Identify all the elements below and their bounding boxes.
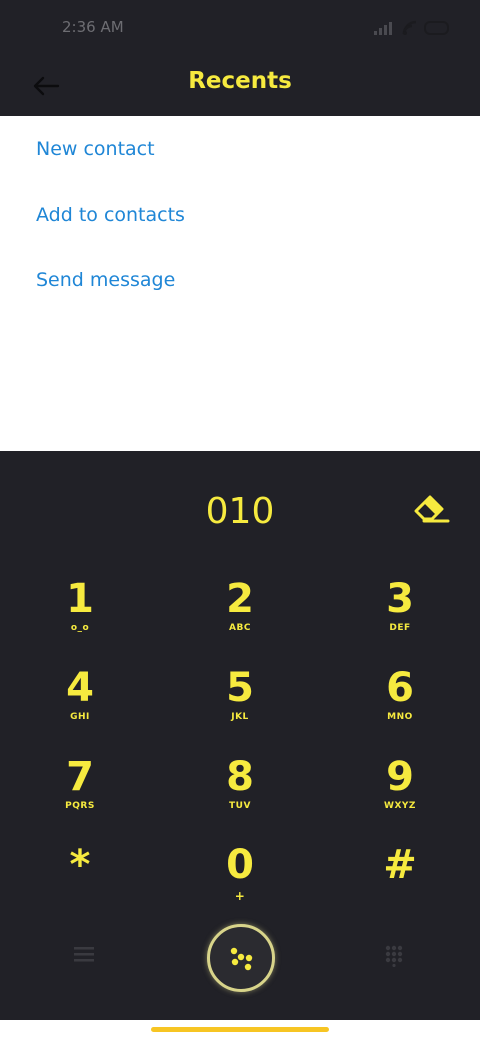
key-digit: 2 — [226, 576, 254, 622]
key-digit: 1 — [66, 576, 94, 622]
key-3[interactable]: 3 DEF — [340, 577, 460, 657]
menu-icon — [74, 947, 94, 962]
key-digit: * — [69, 842, 91, 888]
key-digit: 0 — [226, 842, 254, 888]
key-digit: 9 — [386, 754, 414, 800]
menu-button[interactable] — [74, 946, 94, 967]
key-2[interactable]: 2 ABC — [180, 577, 300, 657]
key-digit: 7 — [66, 754, 94, 800]
key-4[interactable]: 4 GHI — [20, 666, 140, 746]
dialer-panel: 010 1 o_o 2 ABC 3 DEF 4 GHI 5 JKL 6 MNO … — [0, 451, 480, 1020]
new-contact-option[interactable]: New contact — [36, 138, 155, 160]
dialed-number: 010 — [205, 491, 275, 532]
wifi-icon — [402, 20, 417, 35]
navigation-bar — [0, 1020, 480, 1040]
key-letters: ABC — [229, 623, 251, 633]
key-letters: + — [234, 889, 246, 903]
key-8[interactable]: 8 TUV — [180, 755, 300, 835]
options-menu: New contact Add to contacts Send message — [0, 116, 480, 451]
status-icons — [374, 18, 450, 38]
status-bar: 2:36 AM — [0, 0, 480, 56]
key-digit: 3 — [386, 576, 414, 622]
key-letters: TUV — [229, 801, 251, 811]
keypad-icon — [385, 945, 403, 968]
key-letters: o_o — [70, 623, 90, 633]
key-digit: # — [383, 842, 417, 888]
key-1[interactable]: 1 o_o — [20, 577, 140, 657]
key-6[interactable]: 6 MNO — [340, 666, 460, 746]
key-letters: DEF — [389, 623, 411, 633]
battery-icon — [424, 21, 449, 35]
app-bar: Recents — [0, 56, 480, 116]
call-button[interactable] — [207, 924, 275, 992]
key-letters: MNO — [387, 712, 413, 722]
erase-button[interactable] — [412, 493, 452, 525]
key-star[interactable]: * — [20, 843, 140, 923]
signal-icon — [374, 22, 392, 35]
add-to-contacts-option[interactable]: Add to contacts — [36, 204, 185, 226]
key-letters: GHI — [70, 712, 90, 722]
key-7[interactable]: 7 PQRS — [20, 755, 140, 835]
key-5[interactable]: 5 JKL — [180, 666, 300, 746]
key-0[interactable]: 0 + — [180, 843, 300, 923]
home-gesture-pill[interactable] — [151, 1027, 329, 1032]
page-title: Recents — [188, 68, 292, 94]
key-digit: 8 — [226, 754, 254, 800]
status-time: 2:36 AM — [62, 18, 124, 36]
key-digit: 6 — [386, 665, 414, 711]
key-hash[interactable]: # — [340, 843, 460, 923]
send-message-option[interactable]: Send message — [36, 269, 175, 291]
call-dots-icon — [230, 947, 253, 971]
key-letters: WXYZ — [384, 801, 416, 811]
key-digit: 5 — [226, 665, 254, 711]
key-9[interactable]: 9 WXYZ — [340, 755, 460, 835]
key-letters: JKL — [231, 712, 249, 722]
key-digit: 4 — [66, 665, 94, 711]
key-letters: PQRS — [65, 801, 95, 811]
keypad-button[interactable] — [385, 945, 403, 972]
eraser-icon — [414, 495, 450, 523]
